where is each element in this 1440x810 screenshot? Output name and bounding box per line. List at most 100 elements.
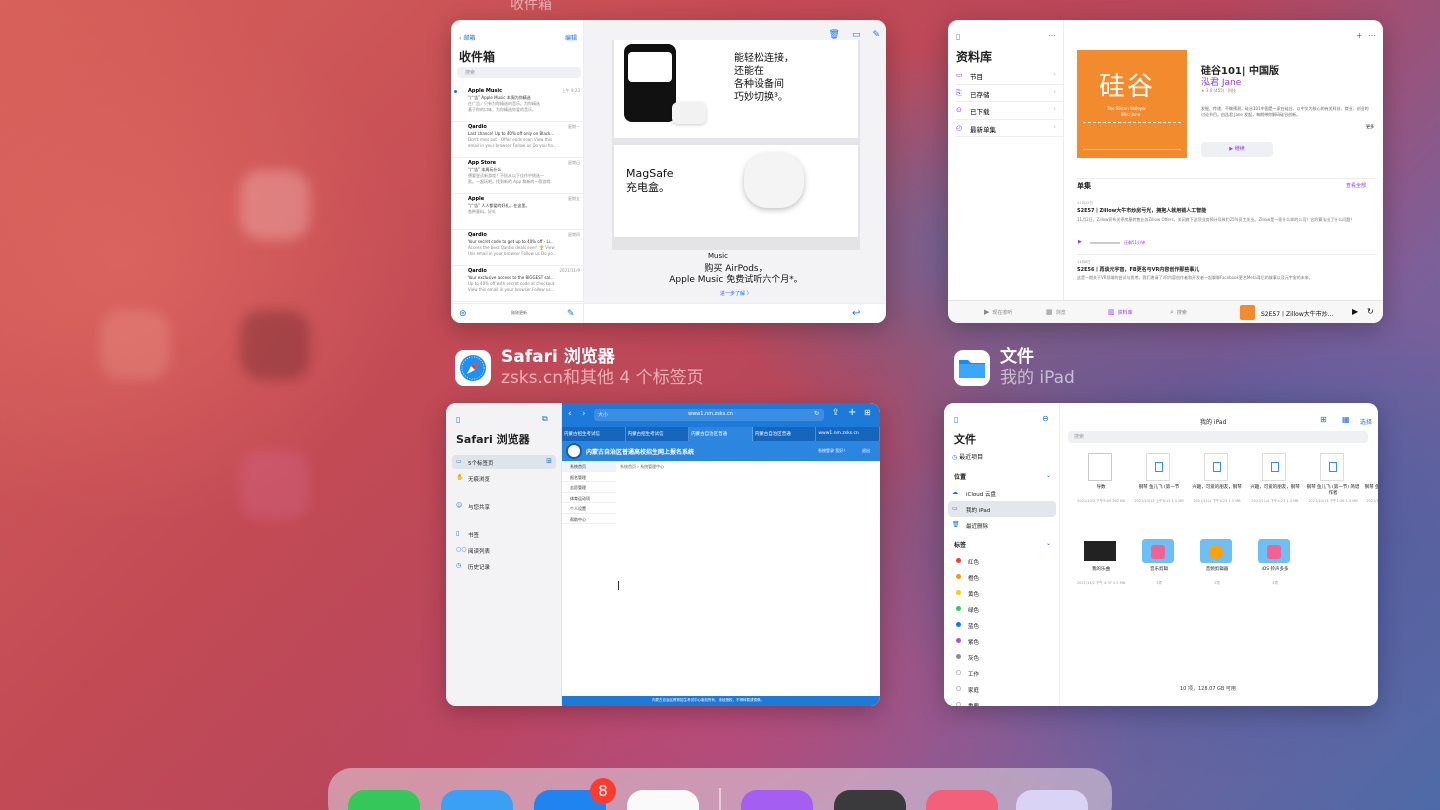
site-exit-link[interactable]: 退出 <box>862 448 870 454</box>
safari-sidebar-item[interactable]: ▯ 书签 <box>452 527 556 541</box>
tag-item[interactable]: 家庭 <box>948 681 1056 697</box>
library-menu-item[interactable]: ▭ 节目 › <box>956 67 1064 85</box>
trash-icon[interactable]: 🗑 <box>829 30 840 40</box>
files-search-input[interactable]: 搜索 <box>1068 431 1368 443</box>
grid-view-icon[interactable]: ▦ <box>1342 415 1350 424</box>
reload-icon[interactable]: ↻ <box>814 410 819 417</box>
sidebar-toggle-icon[interactable]: ▯ <box>956 32 960 41</box>
tag-item[interactable]: 工作 <box>948 665 1056 681</box>
files-icon[interactable] <box>627 790 699 810</box>
mail-edit-button[interactable]: 编辑 <box>565 33 577 42</box>
site-user-link[interactable]: 系统登录 您好！ <box>818 448 847 454</box>
chevron-down-icon[interactable]: ⌄ <box>1046 472 1051 479</box>
location-item[interactable]: ▭ 我的 iPad <box>948 501 1056 517</box>
browser-tab[interactable]: 内蒙古招生考试信 <box>626 427 690 441</box>
messages-icon[interactable] <box>348 790 420 810</box>
library-menu-item[interactable]: ◴ 最新单集 › <box>956 120 1064 137</box>
filter-icon[interactable]: ⊜ <box>459 309 467 319</box>
mini-player-title[interactable]: S2E57丨Zillow大牛市炒... <box>1261 309 1333 318</box>
file-item[interactable]: 钢琴 鱼儿飞 (第一节 2021/10/13 上午8:13 1.5 MB <box>1132 453 1186 531</box>
podcast-tab[interactable]: ▶ 现在收听 <box>984 308 1012 316</box>
podcast-tab[interactable]: ⌕ 搜索 <box>1170 308 1187 317</box>
site-menu-item[interactable]: 帮助中心 <box>562 514 616 524</box>
mail-search-input[interactable]: 搜索 <box>457 67 581 78</box>
safari-sidebar-item[interactable]: ◷ 历史记录 <box>452 559 556 573</box>
library-menu-item[interactable]: ⊙ 已下载 › <box>956 102 1064 120</box>
address-bar[interactable]: 大小 www1.nm.zsks.cn ↻ <box>594 409 824 421</box>
browser-tab[interactable]: 内蒙古自治区普通 <box>753 427 817 441</box>
site-menu-item[interactable]: 报名管理 <box>562 472 616 482</box>
folder-icon[interactable]: ▭ <box>852 30 861 40</box>
site-menu-item[interactable]: 体育运动项 <box>562 493 616 503</box>
tag-item[interactable]: 紫色 <box>948 633 1056 649</box>
safari-sidebar-item[interactable]: ✋ 无痕浏览 <box>452 471 556 485</box>
resume-button[interactable]: ▶ 继续 <box>1201 142 1273 157</box>
mail-app-card[interactable]: ‹ 邮箱 编辑 收件箱 搜索 Apple Music 上午 9:23 “广告” Ap… <box>451 20 886 323</box>
safari-sidebar-item[interactable]: ▭ 5个标签页 ⊞ <box>452 455 556 469</box>
compose-icon[interactable]: ✎ <box>567 309 575 319</box>
see-all-link[interactable]: 查看全部 <box>1346 182 1366 189</box>
episode-title[interactable]: S2E56丨再谈元宇宙，FB更名与VR内容创作那些事儿 <box>1077 266 1199 273</box>
episode-title[interactable]: S2E57丨Zillow大牛市炒房亏光，拥抱人就用错人工智能 <box>1077 207 1206 214</box>
learn-more-link[interactable]: 进一步了解 〉 <box>720 290 752 297</box>
files-app-card[interactable]: ▯ ⊖ 文件 ◷ 最近项目 位置 ⌄ ☁ iCloud 云盘 ▭ 我的 iPad 🗑 最近… <box>944 403 1378 706</box>
recent-item[interactable]: ◷ 最近项目 <box>952 452 983 461</box>
mail-back-button[interactable]: ‹ 邮箱 <box>459 33 475 42</box>
share-icon[interactable]: ⇪ <box>832 408 840 418</box>
file-item[interactable]: 音频剪辑器 2项 <box>1190 535 1244 613</box>
skip-forward-icon[interactable]: ↻ <box>1367 307 1374 316</box>
file-item[interactable]: 音乐剪辑 3项 <box>1132 535 1186 613</box>
music-app-icon[interactable] <box>926 790 998 810</box>
tag-item[interactable]: 橙色 <box>948 569 1056 585</box>
tabs-overview-icon[interactable]: ⧉ <box>542 414 548 424</box>
more-icon[interactable]: ⋯ <box>1048 31 1056 40</box>
mail-list-item[interactable]: Apple Music 上午 9:23 “广告” Apple Music 本周为你精… <box>451 86 584 122</box>
site-menu-item[interactable]: 个人设置 <box>562 503 616 514</box>
tag-item[interactable]: 红色 <box>948 553 1056 569</box>
tag-item[interactable]: 绿色 <box>948 601 1056 617</box>
chevron-down-icon[interactable]: ⌄ <box>1046 540 1051 547</box>
more-icon[interactable]: ⋯ <box>1368 31 1376 40</box>
library-menu-item[interactable]: ⎘ 已存储 › <box>956 85 1064 102</box>
file-item[interactable]: 我的乐曲 2021/11/2 下午 4:37 5.5 MB <box>1074 535 1128 613</box>
mail-list-item[interactable]: Apple 星期五 “广告” 人人都爱的好礼。在这里。 各种意料。好礼 <box>451 194 584 230</box>
tag-item[interactable]: 黄色 <box>948 585 1056 601</box>
sidebar-toggle-icon[interactable]: ▯ <box>954 415 958 424</box>
file-item[interactable]: 钢琴 鱼儿飞 (第一节) 简谱标曲 2021/10/13 下午1:26 1.3 M… <box>1364 453 1378 531</box>
file-item[interactable]: 导数 2021/10/5 下午9:09 262 KB <box>1074 453 1128 531</box>
file-item[interactable]: 兴趣，可爱的朋友，钢琴 2021/11/4 下午4:23 1.3 MB <box>1190 453 1244 531</box>
back-icon[interactable]: ‹ <box>568 409 572 419</box>
mail-list-item[interactable]: Qardio 星期四 Your secret code to get up to 4… <box>451 230 584 266</box>
browser-tab[interactable]: 内蒙古招生考试信 <box>562 427 626 441</box>
app-library-icon[interactable] <box>1016 790 1088 810</box>
file-item[interactable]: iOS 铃声多多 3项 <box>1248 535 1302 613</box>
location-item[interactable]: ☁ iCloud 云盘 <box>948 485 1056 501</box>
select-button[interactable]: 选择 <box>1360 417 1372 426</box>
safari-app-card[interactable]: ▯ ⧉ Safari 浏览器 ▭ 5个标签页 ⊞ ✋ 无痕浏览 ☺ 与您共享 ▯ 书签 ○○ 阅读列… <box>446 403 880 706</box>
file-item[interactable]: 钢琴 鱼儿飞 (第一节) 简谱作者 2021/10/13 下午1:26 1.3 M… <box>1306 453 1360 531</box>
file-item[interactable]: 兴趣，可爱的朋友，钢琴 2021/11/4 下午4:23 1.3 MB <box>1248 453 1302 531</box>
mail-list-item[interactable]: Qardio 星期一 Last chance! Up to 40% off only… <box>451 122 584 158</box>
location-item[interactable]: 🗑 最近删除 <box>948 517 1056 533</box>
reply-icon[interactable]: ✎ <box>872 30 880 40</box>
site-menu-item[interactable]: 系统首页 <box>562 461 616 472</box>
mail-list-item[interactable]: App Store 星期日 “广告” 本周玩什么 想要尝试新游戏？不妨从以下佳作中挑选… <box>451 158 584 194</box>
browser-tab[interactable]: 内蒙古自治区普通 <box>689 427 753 441</box>
safari-sidebar-item[interactable]: ☺ 与您共享 <box>452 499 556 513</box>
app-icon[interactable] <box>834 790 906 810</box>
forward-icon[interactable]: › <box>582 409 586 419</box>
more-icon[interactable]: ⊖ <box>1042 414 1049 423</box>
safari-app-title[interactable]: Safari 浏览器 zsks.cn和其他 4 个标签页 <box>455 347 704 389</box>
new-tab-icon[interactable]: + <box>848 407 856 418</box>
podcasts-app-card[interactable]: ▯ ⋯ 资料库 ▭ 节目 › ⎘ 已存储 › ⊙ 已下载 › ◴ 最新单集 › + ⋯ 硅谷 The … <box>948 20 1383 323</box>
add-icon[interactable]: + <box>1356 31 1363 40</box>
podcast-tab[interactable]: ▥ 资料库 <box>1108 308 1133 316</box>
site-menu-item[interactable]: 志愿管理 <box>562 482 616 493</box>
play-icon[interactable]: ▶ <box>1078 239 1082 245</box>
tag-item[interactable]: 蓝色 <box>948 617 1056 633</box>
tag-item[interactable]: 灰色 <box>948 649 1056 665</box>
podcast-tab[interactable]: ▦ 浏览 <box>1046 308 1066 316</box>
more-link[interactable]: 更多 <box>1366 124 1374 130</box>
safari-sidebar-item[interactable]: ○○ 阅读列表 <box>452 543 556 557</box>
files-app-title[interactable]: 文件 我的 iPad <box>954 347 1075 389</box>
